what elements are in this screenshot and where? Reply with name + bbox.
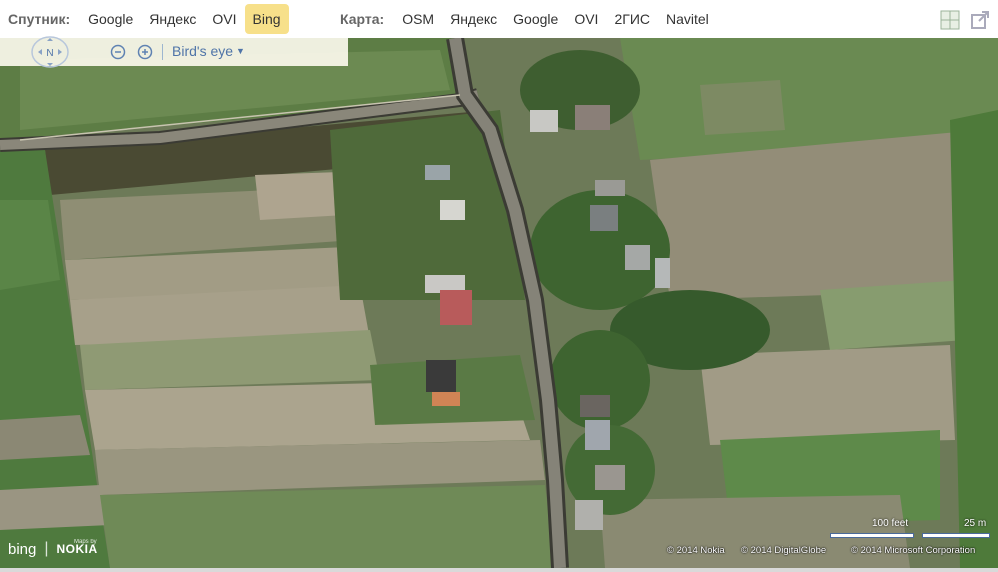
map-2gis[interactable]: 2ГИС	[606, 4, 658, 34]
top-icons	[940, 10, 990, 30]
satellite-imagery	[0, 38, 998, 568]
grid-layers-icon[interactable]	[940, 10, 960, 30]
scale-feet-label: 100 feet	[872, 518, 909, 529]
compass-pan-control[interactable]: N	[30, 36, 70, 68]
copyright-nokia: © 2014 Nokia	[667, 545, 725, 556]
map-ovi[interactable]: OVI	[566, 4, 606, 34]
satellite-source-group: Спутник: Google Яндекс OVI Bing	[8, 0, 289, 38]
external-link-icon[interactable]	[970, 10, 990, 30]
brand-divider: |	[44, 540, 49, 557]
map-navitel[interactable]: Navitel	[658, 4, 717, 34]
satellite-ovi[interactable]: OVI	[204, 4, 244, 34]
chevron-down-icon: ▼	[236, 46, 245, 56]
copyright-microsoft: © 2014 Microsoft Corporation	[851, 545, 976, 556]
zoom-in-icon[interactable]	[137, 44, 153, 60]
satellite-yandex[interactable]: Яндекс	[141, 4, 204, 34]
birds-eye-label: Bird's eye	[172, 43, 234, 59]
satellite-google[interactable]: Google	[80, 4, 141, 34]
map-controls: N Bird's eye ▼	[0, 36, 348, 68]
scale-meters-bar	[922, 533, 990, 538]
maps-by-label: Maps by	[74, 539, 97, 545]
compass-n-label: N	[46, 48, 53, 59]
bing-logo: bing	[8, 540, 37, 558]
satellite-bing[interactable]: Bing	[244, 4, 289, 34]
zoom-out-icon[interactable]	[110, 44, 126, 60]
map-yandex[interactable]: Яндекс	[442, 4, 505, 34]
satellite-label: Спутник:	[8, 11, 71, 27]
scale-meters-label: 25 m	[964, 518, 987, 529]
map-source-group: Карта: OSM Яндекс Google OVI 2ГИС Navite…	[340, 0, 717, 38]
scale-feet-bar	[830, 533, 914, 538]
copyright-digitalglobe: © 2014 DigitalGlobe	[741, 545, 827, 556]
map-osm[interactable]: OSM	[394, 4, 442, 34]
map-view[interactable]	[0, 38, 998, 568]
control-divider	[162, 44, 163, 60]
top-toolbar: Спутник: Google Яндекс OVI Bing Карта: O…	[0, 0, 998, 38]
map-label: Карта:	[340, 11, 385, 27]
map-google[interactable]: Google	[505, 4, 566, 34]
birds-eye-dropdown[interactable]: Bird's eye ▼	[172, 43, 245, 59]
branding: bing | Maps by NOKIA	[8, 539, 98, 558]
bottom-strip	[0, 568, 998, 572]
